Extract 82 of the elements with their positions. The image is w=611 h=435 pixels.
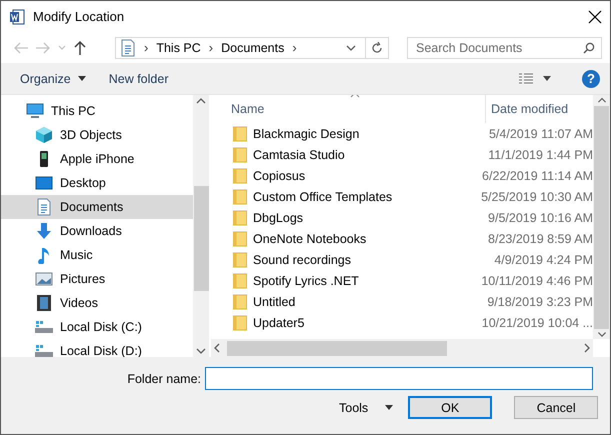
horizontal-scrollbar[interactable] bbox=[211, 339, 593, 358]
date-cell: 5/25/2019 10:30 AM bbox=[481, 190, 593, 204]
sidebar-item[interactable]: Apple iPhone bbox=[1, 147, 193, 172]
date-cell: 5/4/2019 11:07 AM bbox=[488, 126, 593, 141]
down-arrow-icon bbox=[35, 222, 53, 240]
drive-icon bbox=[34, 319, 54, 336]
sidebar-item[interactable]: 3D Objects bbox=[1, 123, 193, 148]
folder-icon bbox=[233, 252, 247, 268]
sidebar-item[interactable]: Local Disk (C:) bbox=[1, 315, 193, 340]
sidebar-item[interactable]: Videos bbox=[1, 291, 193, 316]
folder-name-label: Folder name: bbox=[127, 372, 201, 386]
caret-icon bbox=[385, 405, 394, 410]
sidebar-item[interactable]: Documents bbox=[1, 195, 193, 220]
folder-icon bbox=[233, 272, 247, 289]
file-list-item[interactable]: Blackmagic Design bbox=[211, 126, 469, 142]
cancel-button[interactable]: Cancel bbox=[514, 396, 598, 420]
date-cell: 11/1/2019 1:44 PM bbox=[488, 148, 593, 162]
caret-icon bbox=[543, 76, 551, 81]
ok-button[interactable]: OK bbox=[408, 396, 492, 420]
new-folder-button[interactable]: New folder bbox=[108, 70, 170, 88]
date-cell: 9/18/2019 3:23 PM bbox=[487, 294, 593, 309]
document-icon bbox=[120, 38, 136, 57]
sidebar-item[interactable]: Desktop bbox=[1, 171, 193, 196]
breadcrumb[interactable]: This PC bbox=[156, 40, 201, 55]
file-list-item[interactable]: Camtasia Studio bbox=[211, 146, 468, 163]
sidebar-item[interactable]: Music bbox=[1, 243, 193, 268]
file-list-item[interactable]: Untitled bbox=[211, 294, 468, 310]
window-title: Modify Location bbox=[33, 9, 126, 24]
folder-icon bbox=[233, 210, 247, 226]
desktop-icon bbox=[35, 175, 53, 192]
cube-icon bbox=[35, 126, 53, 144]
picture-icon bbox=[35, 271, 53, 288]
folder-icon bbox=[233, 168, 247, 184]
caret-icon bbox=[78, 76, 86, 81]
folder-icon bbox=[233, 314, 247, 331]
sidebar-item[interactable]: Downloads bbox=[1, 219, 193, 244]
column-header[interactable]: Date modified bbox=[485, 95, 568, 124]
file-list-item[interactable]: Copiosus bbox=[211, 168, 462, 184]
details-view-icon bbox=[519, 72, 533, 84]
file-list-item[interactable]: DbgLogs bbox=[211, 210, 468, 226]
file-list-item[interactable]: Spotify Lyrics .NET bbox=[211, 272, 462, 289]
date-cell: 6/22/2019 11:14 AM bbox=[482, 168, 593, 183]
document-icon bbox=[36, 198, 52, 216]
folder-icon bbox=[233, 126, 247, 142]
monitor-icon bbox=[26, 103, 44, 120]
folder-icon bbox=[233, 188, 247, 205]
organize-button[interactable]: Organize bbox=[19, 70, 87, 88]
address-bar[interactable]: › This PC › Documents › bbox=[115, 36, 389, 59]
view-options-button[interactable] bbox=[518, 70, 552, 86]
date-cell: 9/5/2019 10:16 AM bbox=[488, 210, 593, 225]
film-icon bbox=[36, 294, 52, 312]
date-cell: 10/11/2019 4:46 PM bbox=[481, 274, 593, 288]
tools-button[interactable]: Tools bbox=[337, 398, 396, 417]
sidebar-item[interactable]: Pictures bbox=[1, 267, 193, 292]
refresh-icon[interactable] bbox=[371, 42, 383, 54]
file-list-item[interactable]: Custom Office Templates bbox=[211, 188, 462, 205]
help-button[interactable]: ? bbox=[582, 70, 600, 88]
drive-icon bbox=[34, 343, 54, 358]
folder-icon bbox=[233, 146, 247, 163]
column-header[interactable]: Name bbox=[211, 102, 485, 116]
date-cell: 10/21/2019 10:04 ... bbox=[482, 316, 593, 330]
file-list-item[interactable]: Sound recordings bbox=[211, 252, 474, 268]
scrollbar[interactable] bbox=[593, 95, 610, 340]
breadcrumb-separator: › bbox=[144, 40, 148, 56]
close-icon[interactable] bbox=[588, 10, 602, 24]
word-document-icon bbox=[9, 8, 25, 25]
breadcrumb-separator: › bbox=[208, 40, 214, 56]
date-cell: 8/23/2019 8:59 AM bbox=[488, 232, 593, 246]
date-cell: 4/9/2019 4:24 PM bbox=[494, 252, 593, 267]
sidebar-item[interactable]: This PC bbox=[1, 99, 193, 124]
breadcrumb-separator: › bbox=[292, 40, 297, 56]
search-field[interactable]: Search Documents bbox=[407, 36, 602, 59]
music-note-icon bbox=[37, 246, 51, 264]
up-arrow-icon[interactable] bbox=[73, 40, 87, 56]
file-list-item[interactable]: OneNote Notebooks bbox=[211, 230, 468, 247]
search-icon bbox=[583, 42, 595, 54]
folder-name-field[interactable] bbox=[205, 367, 593, 390]
scrollbar[interactable] bbox=[193, 95, 209, 358]
breadcrumb[interactable]: Documents bbox=[221, 40, 284, 55]
file-list-item[interactable]: Updater5 bbox=[211, 314, 462, 331]
folder-icon bbox=[233, 294, 247, 310]
folder-icon bbox=[233, 230, 247, 247]
